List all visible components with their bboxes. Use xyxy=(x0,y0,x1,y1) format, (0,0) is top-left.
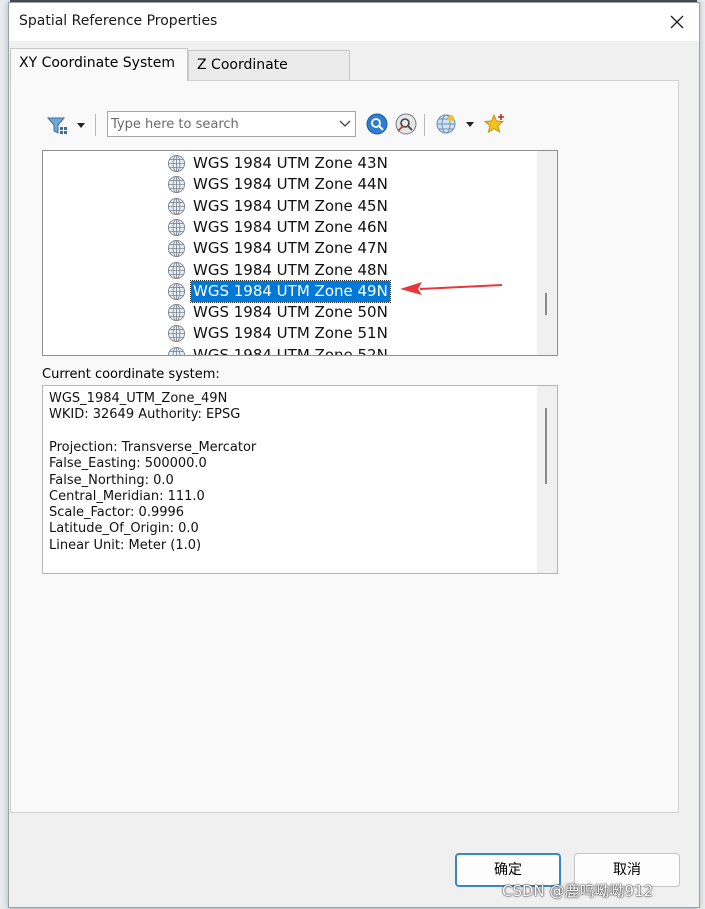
toolbar-separator xyxy=(424,114,425,136)
list-scrollbar-thumb[interactable] xyxy=(545,293,547,315)
globe-icon xyxy=(167,176,186,194)
globe-icon xyxy=(167,325,186,343)
watermark: CSDN @鹿呜呦呦912 xyxy=(502,882,654,900)
toolbar-separator xyxy=(95,114,96,136)
title-bar: Spatial Reference Properties xyxy=(9,3,699,41)
globe-icon xyxy=(167,197,186,215)
clear-search-button[interactable] xyxy=(394,112,418,136)
globe-icon xyxy=(167,218,186,236)
details-scrollbar-thumb[interactable] xyxy=(545,408,547,484)
globe-icon xyxy=(167,261,186,279)
current-coordinate-system-label: Current coordinate system: xyxy=(42,367,220,382)
close-icon xyxy=(670,15,684,29)
clear-search-icon xyxy=(395,113,417,135)
tab-xy-coordinate-system[interactable]: XY Coordinate System xyxy=(10,48,188,81)
globe-icon xyxy=(167,304,186,322)
detail-line: Projection: Transverse_Mercator xyxy=(49,439,257,455)
add-favorite-icon xyxy=(483,113,505,133)
list-item-label: WGS 1984 UTM Zone 50N xyxy=(193,303,388,322)
add-favorite-button[interactable] xyxy=(483,112,507,136)
search-button[interactable] xyxy=(365,112,389,136)
filter-button[interactable] xyxy=(45,112,91,138)
details-scrollbar[interactable] xyxy=(537,386,557,573)
search-input[interactable] xyxy=(111,114,333,134)
coordinate-system-list[interactable]: WGS 1984 UTM Zone 43N WGS 1984 UTM Zone 4… xyxy=(42,150,558,356)
detail-line: False_Northing: 0.0 xyxy=(49,472,174,488)
list-item-label: WGS 1984 UTM Zone 43N xyxy=(193,154,388,172)
globe-icon xyxy=(167,346,186,355)
list-item-label: WGS 1984 UTM Zone 47N xyxy=(193,239,388,258)
list-item-label: WGS 1984 UTM Zone 46N xyxy=(193,217,388,236)
search-combobox[interactable] xyxy=(107,111,356,137)
search-icon xyxy=(366,113,388,135)
detail-line: Central_Meridian: 111.0 xyxy=(49,488,205,504)
globe-icon xyxy=(167,240,186,258)
detail-line: Latitude_Of_Origin: 0.0 xyxy=(49,521,199,537)
list-item-label: WGS 1984 UTM Zone 45N xyxy=(193,196,388,215)
filter-icon xyxy=(46,117,85,134)
list-item-label: WGS 1984 UTM Zone 49N xyxy=(190,279,391,303)
globe-menu-button[interactable] xyxy=(434,112,480,136)
detail-line: Linear Unit: Meter (1.0) xyxy=(49,537,202,553)
chevron-down-icon[interactable] xyxy=(339,119,351,129)
list-item-label: WGS 1984 UTM Zone 52N xyxy=(193,345,388,356)
close-button[interactable] xyxy=(663,9,691,35)
list-scrollbar[interactable] xyxy=(537,151,557,355)
dialog-title: Spatial Reference Properties xyxy=(19,13,218,29)
globe-menu-icon xyxy=(436,114,474,134)
list-item-label: WGS 1984 UTM Zone 48N xyxy=(193,260,388,279)
detail-line: False_Easting: 500000.0 xyxy=(49,456,207,472)
detail-line: WKID: 32649 Authority: EPSG xyxy=(49,407,241,423)
current-coordinate-system-details: WGS_1984_UTM_Zone_49N WKID: 32649 Authori… xyxy=(42,385,558,574)
list-item-label: WGS 1984 UTM Zone 44N xyxy=(193,175,388,194)
detail-line: WGS_1984_UTM_Zone_49N xyxy=(49,391,228,406)
detail-line: Scale_Factor: 0.9996 xyxy=(49,505,185,521)
globe-icon xyxy=(167,282,186,300)
globe-icon xyxy=(167,154,186,173)
tab-z-coordinate-system[interactable]: Z Coordinate System xyxy=(188,50,350,101)
annotation-arrow xyxy=(400,282,503,295)
list-item-label: WGS 1984 UTM Zone 51N xyxy=(193,324,388,343)
